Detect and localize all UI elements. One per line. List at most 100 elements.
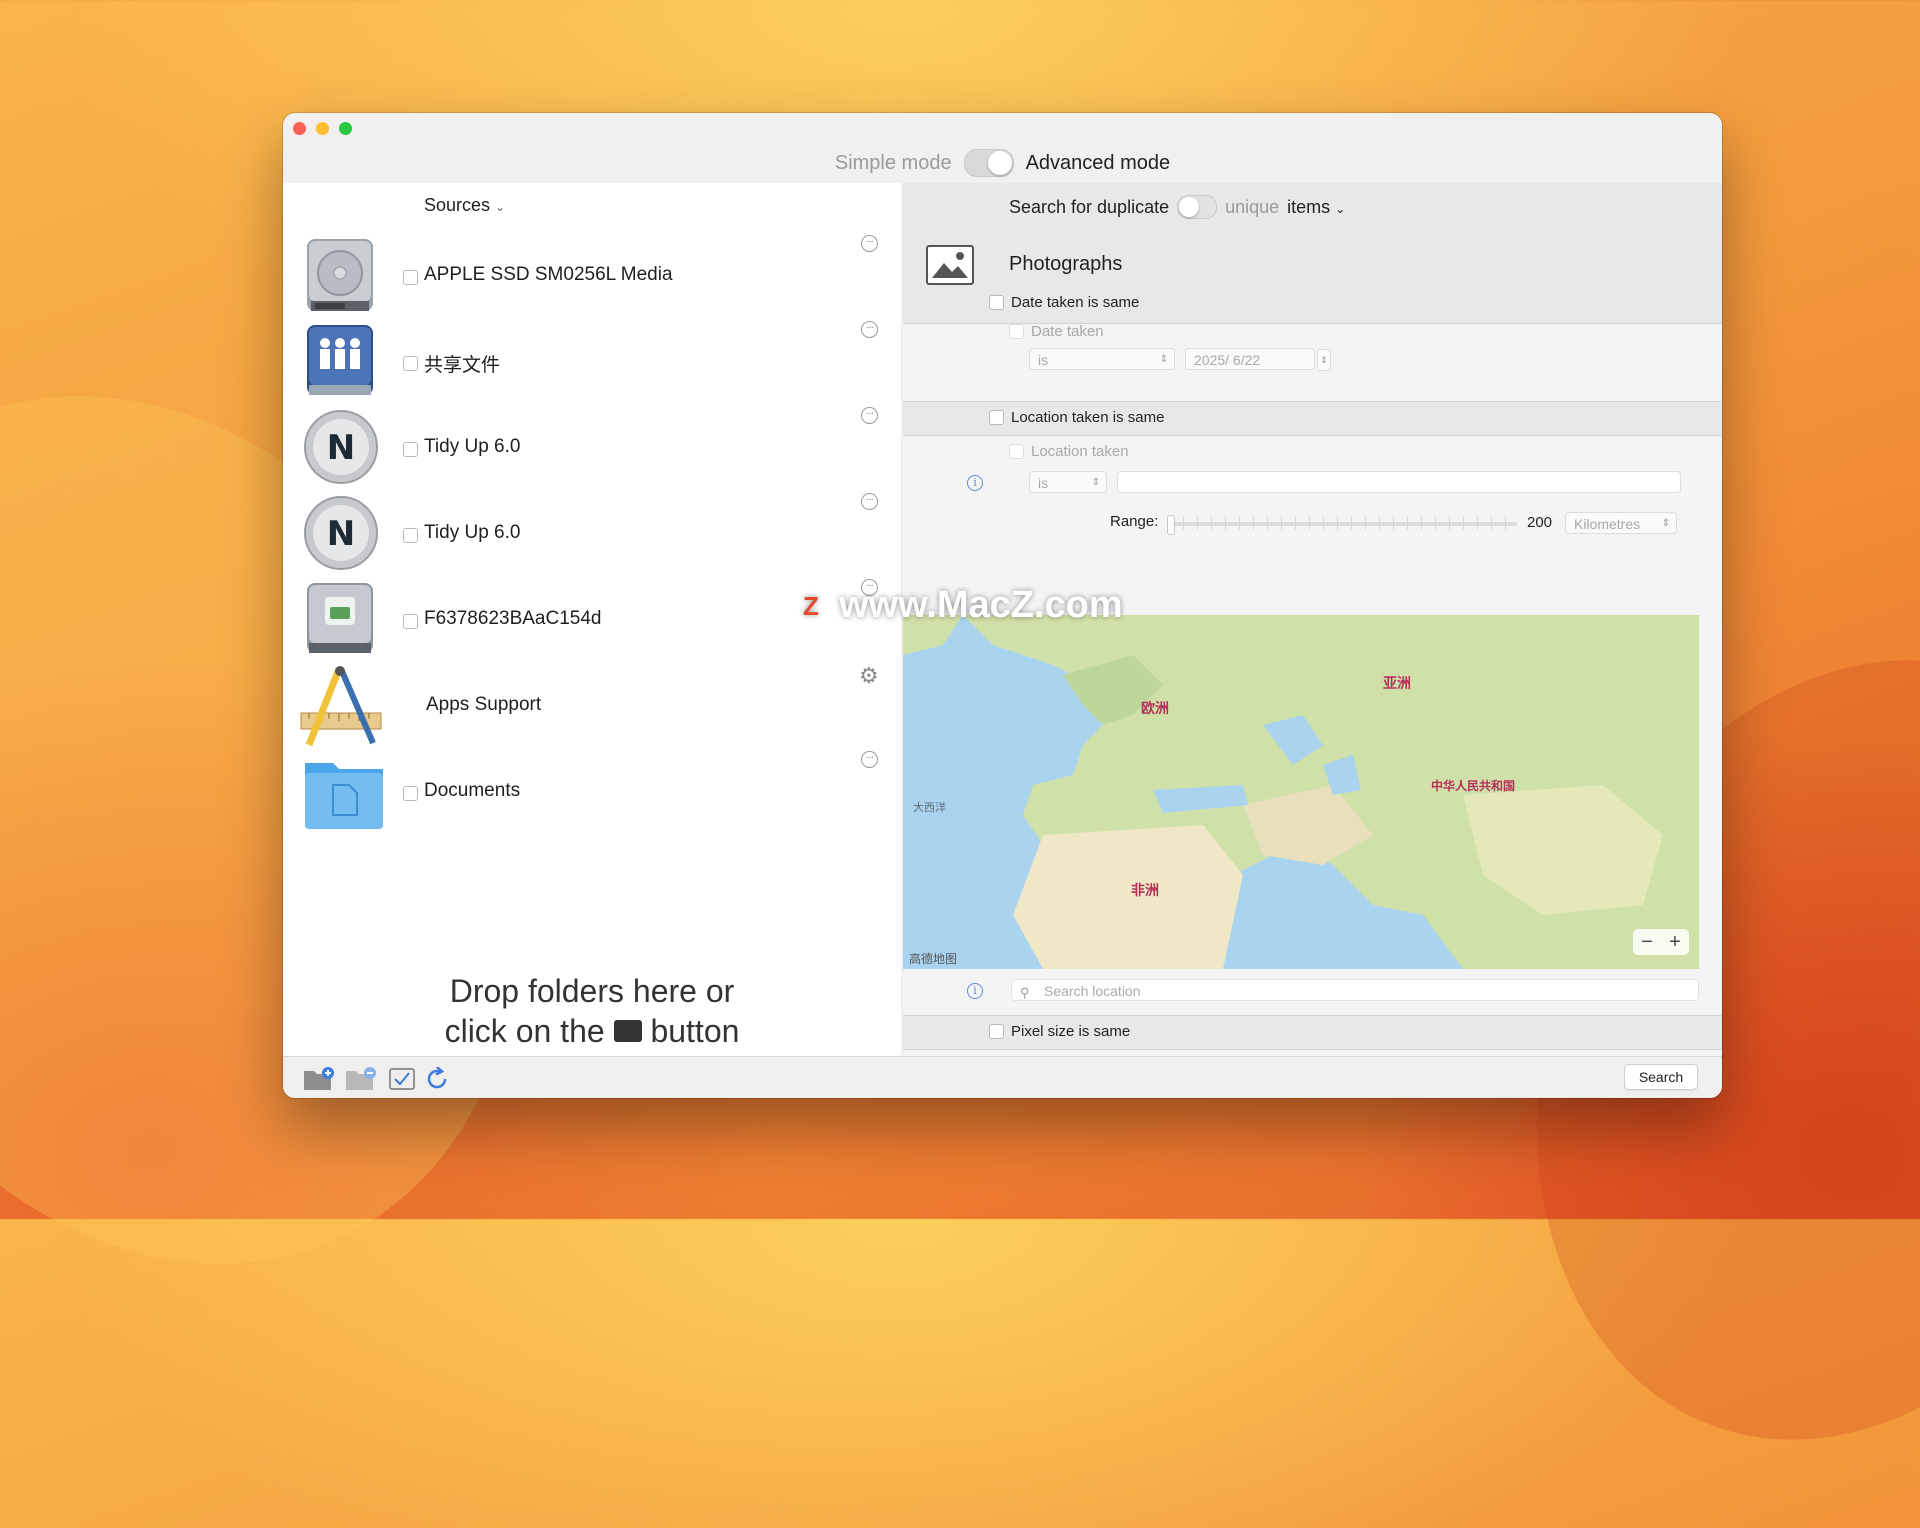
source-name: 共享文件 bbox=[424, 355, 501, 376]
watermark-logo: Z bbox=[793, 587, 829, 624]
search-location-field[interactable]: ⚲ Search location bbox=[1011, 979, 1699, 1001]
pixel-same-checkbox[interactable] bbox=[989, 1024, 1004, 1039]
source-checkbox[interactable] bbox=[403, 356, 418, 371]
date-taken-row: Date taken bbox=[1009, 323, 1104, 340]
date-stepper[interactable]: ⇕ bbox=[1317, 349, 1331, 371]
location-taken-checkbox[interactable] bbox=[1009, 444, 1024, 459]
pixel-same-row[interactable]: Pixel size is same bbox=[989, 1023, 1130, 1040]
date-operator-select[interactable]: is ⇕ bbox=[1029, 348, 1175, 370]
map-canvas bbox=[903, 615, 1699, 969]
map-zoom-control: − + bbox=[1633, 929, 1689, 955]
drop-hint: Drop folders here or click on the button bbox=[283, 971, 901, 1051]
more-options-icon[interactable]: ··· bbox=[861, 751, 878, 768]
location-same-label: Location taken is same bbox=[1011, 409, 1165, 426]
date-taken-checkbox[interactable] bbox=[1009, 324, 1024, 339]
date-same-checkbox[interactable] bbox=[989, 295, 1004, 310]
location-map[interactable]: 亚洲 欧洲 中华人民共和国 大西洋 非洲 高德地图 − + bbox=[903, 615, 1699, 969]
location-same-row[interactable]: Location taken is same bbox=[989, 409, 1164, 426]
date-value-field[interactable]: 2025/ 6/22 bbox=[1185, 348, 1315, 370]
source-checkbox[interactable] bbox=[403, 528, 418, 543]
bottom-toolbar: Search bbox=[283, 1056, 1722, 1098]
location-same-checkbox[interactable] bbox=[989, 410, 1004, 425]
svg-text:N: N bbox=[327, 514, 355, 554]
zoom-in-icon[interactable]: + bbox=[1669, 931, 1681, 954]
range-unit-select[interactable]: Kilometres ⇕ bbox=[1565, 512, 1677, 534]
close-button[interactable] bbox=[293, 122, 306, 135]
location-field[interactable] bbox=[1117, 471, 1681, 493]
pixel-same-label: Pixel size is same bbox=[1011, 1023, 1131, 1040]
zoom-out-icon[interactable]: − bbox=[1641, 931, 1653, 954]
source-name: Tidy Up 6.0 bbox=[424, 522, 521, 543]
source-checkbox[interactable] bbox=[403, 786, 418, 801]
watermark-text: www.MacZ.com bbox=[839, 584, 1123, 626]
more-options-icon[interactable]: ··· bbox=[861, 493, 878, 510]
search-location-placeholder: Search location bbox=[1044, 983, 1141, 999]
source-checkbox[interactable] bbox=[403, 614, 418, 629]
date-same-row[interactable]: Date taken is same bbox=[989, 294, 1139, 311]
drop-hint-suffix: button bbox=[650, 1013, 740, 1049]
add-folder-icon[interactable] bbox=[303, 1067, 335, 1091]
sources-menu[interactable]: Sources ⌄ bbox=[424, 195, 505, 216]
sources-title: Sources bbox=[424, 195, 491, 215]
map-brand: 高德地图 bbox=[909, 952, 958, 966]
range-slider[interactable] bbox=[1167, 515, 1517, 535]
minimize-button[interactable] bbox=[316, 122, 329, 135]
section-title: Photographs bbox=[1009, 253, 1123, 275]
range-value: 200 bbox=[1527, 514, 1553, 531]
watermark: Z www.MacZ.com bbox=[793, 584, 1123, 627]
shared-drive-icon bbox=[307, 325, 373, 395]
zoom-button[interactable] bbox=[339, 122, 352, 135]
map-label-asia: 亚洲 bbox=[1383, 675, 1411, 691]
chevron-down-icon: ⌄ bbox=[495, 200, 506, 214]
source-name: Apps Support bbox=[426, 694, 542, 715]
source-checkbox[interactable] bbox=[403, 270, 418, 285]
source-item[interactable]: Documents ··· bbox=[283, 739, 901, 844]
mode-toggle-row: Simple mode Advanced mode bbox=[283, 143, 1722, 183]
documents-folder-icon bbox=[305, 763, 383, 829]
unique-switch[interactable] bbox=[1177, 195, 1218, 219]
info-icon[interactable]: i bbox=[967, 475, 983, 491]
source-checkbox[interactable] bbox=[403, 442, 418, 457]
tidy-up-app-icon: N bbox=[304, 410, 378, 484]
location-taken-row: Location taken bbox=[1009, 443, 1129, 460]
drop-hint-prefix: click on the bbox=[444, 1013, 605, 1049]
chevron-down-icon: ⌄ bbox=[1335, 201, 1346, 216]
svg-text:N: N bbox=[327, 428, 355, 468]
tidy-up-app-icon: N bbox=[304, 496, 378, 570]
more-options-icon[interactable]: ··· bbox=[861, 321, 878, 338]
location-taken-label: Location taken bbox=[1031, 443, 1129, 460]
settings-gear-icon[interactable]: ⚙ bbox=[859, 663, 879, 689]
add-folder-icon bbox=[613, 1019, 642, 1042]
date-taken-label: Date taken bbox=[1031, 323, 1104, 340]
drop-hint-line1: Drop folders here or bbox=[449, 973, 735, 1009]
map-label-china: 中华人民共和国 bbox=[1431, 779, 1516, 793]
map-label-africa: 非洲 bbox=[1131, 882, 1159, 898]
search-for-row: Search for duplicate unique items ⌄ bbox=[1009, 195, 1345, 219]
drop-hint-line2: click on the button bbox=[283, 1011, 901, 1051]
range-label: Range: bbox=[1110, 513, 1159, 530]
items-menu[interactable]: items ⌄ bbox=[1287, 197, 1345, 218]
more-options-icon[interactable]: ··· bbox=[861, 407, 878, 424]
photograph-icon bbox=[926, 245, 974, 285]
search-for-label: Search for duplicate bbox=[1009, 196, 1170, 217]
simple-mode-label: Simple mode bbox=[834, 151, 952, 174]
info-icon[interactable]: i bbox=[967, 983, 983, 999]
source-name: APPLE SSD SM0256L Media bbox=[424, 264, 673, 285]
source-name: F6378623BAaC154d bbox=[424, 608, 602, 629]
search-icon: ⚲ bbox=[1020, 985, 1030, 1000]
slider-thumb[interactable] bbox=[1167, 515, 1175, 535]
more-options-icon[interactable]: ··· bbox=[861, 235, 878, 252]
remove-folder-icon[interactable] bbox=[345, 1067, 377, 1091]
window-controls bbox=[293, 122, 352, 135]
map-label-europe: 欧洲 bbox=[1141, 700, 1169, 716]
refresh-icon[interactable] bbox=[427, 1067, 449, 1091]
check-all-icon[interactable] bbox=[389, 1067, 415, 1091]
date-same-label: Date taken is same bbox=[1011, 294, 1140, 311]
source-name: Documents bbox=[424, 780, 521, 801]
search-button[interactable]: Search bbox=[1624, 1064, 1698, 1090]
applications-folder-icon bbox=[300, 666, 382, 747]
unique-label: unique bbox=[1225, 196, 1280, 217]
mode-switch[interactable] bbox=[963, 149, 1014, 177]
source-name: Tidy Up 6.0 bbox=[424, 436, 521, 457]
location-operator-select[interactable]: is ⇕ bbox=[1029, 471, 1107, 493]
